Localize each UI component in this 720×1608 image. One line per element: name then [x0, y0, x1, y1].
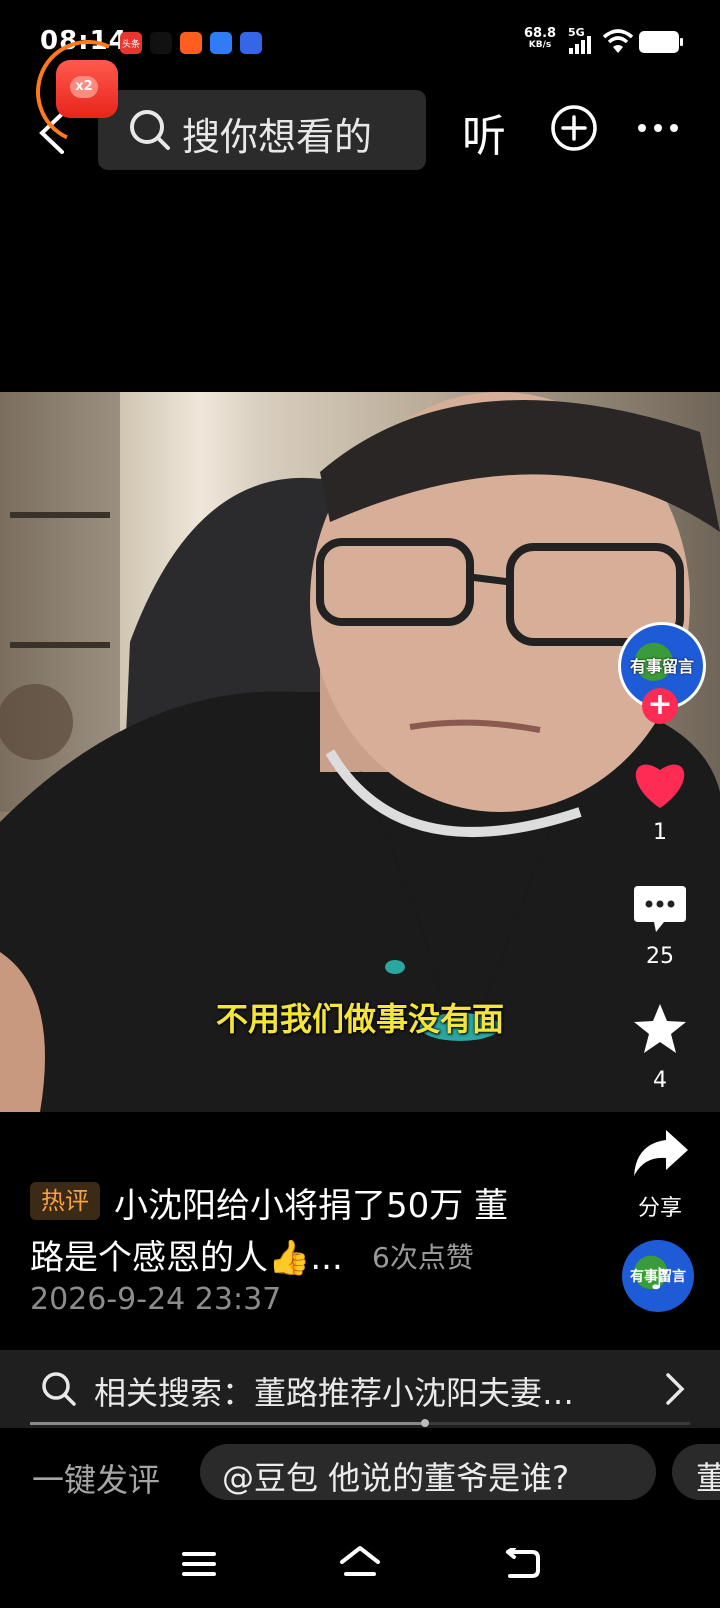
video-progress-handle[interactable] [421, 1419, 429, 1427]
follow-button[interactable]: + [642, 688, 678, 724]
signal-icon [569, 36, 591, 54]
favorite-icon[interactable] [632, 1002, 688, 1056]
search-placeholder: 搜你想看的 [182, 115, 373, 159]
music-note-icon: ♪ [650, 1262, 670, 1297]
comment-icon[interactable] [632, 884, 688, 936]
battery-icon [639, 31, 683, 53]
add-icon[interactable] [550, 104, 598, 152]
more-icon[interactable] [636, 122, 680, 134]
app-blue2-notification-icon [240, 32, 262, 54]
like-count: 1 [653, 820, 667, 845]
app-blue-notification-icon [210, 32, 232, 54]
post-date: 2026-9-24 23:37 [30, 1282, 282, 1317]
suggested-comment-text-2: 董 [696, 1459, 720, 1497]
listen-button[interactable]: 听 [462, 100, 506, 164]
related-search-text: 相关搜索：董路推荐小沈阳夫妻… [94, 1374, 575, 1412]
menu-icon[interactable] [182, 1550, 216, 1578]
kuaishou-notification-icon [180, 32, 202, 54]
favorite-count: 4 [653, 1068, 667, 1093]
douyin-notification-icon [150, 32, 172, 54]
related-search-icon [42, 1372, 76, 1406]
share-label[interactable]: 分享 [620, 1190, 700, 1222]
comment-likes: 6次点赞 [372, 1241, 474, 1274]
like-icon[interactable] [632, 758, 688, 810]
network-speed-value: 68.8 [524, 26, 557, 41]
comment-count: 25 [646, 944, 674, 969]
video-progress-fill [30, 1422, 426, 1425]
hot-comment-tag: 热评 [30, 1182, 100, 1220]
wifi-icon [602, 29, 634, 53]
caption-line-2[interactable]: 路是个感恩的人👍... [30, 1230, 343, 1279]
video-subtitle: 不用我们做事没有面 [215, 1000, 504, 1038]
red-packet-multiplier: x2 [70, 76, 98, 98]
chevron-right-icon[interactable] [664, 1372, 688, 1406]
network-speed-unit: KB/s [528, 40, 552, 50]
caption-line-1[interactable]: 小沈阳给小将捐了50万 董 [114, 1178, 508, 1227]
network-speed: 68.8 KB/s [524, 27, 556, 50]
author-avatar-text: 有事留言 [629, 657, 694, 676]
toutiao-notification-icon: 头条 [120, 32, 142, 54]
suggested-comment-text: @豆包 他说的董爷是谁? [222, 1459, 570, 1497]
share-icon[interactable] [632, 1128, 690, 1180]
back-nav-icon[interactable] [502, 1548, 540, 1580]
quick-comment-label[interactable]: 一键发评 [32, 1455, 160, 1501]
home-icon[interactable] [338, 1544, 382, 1580]
